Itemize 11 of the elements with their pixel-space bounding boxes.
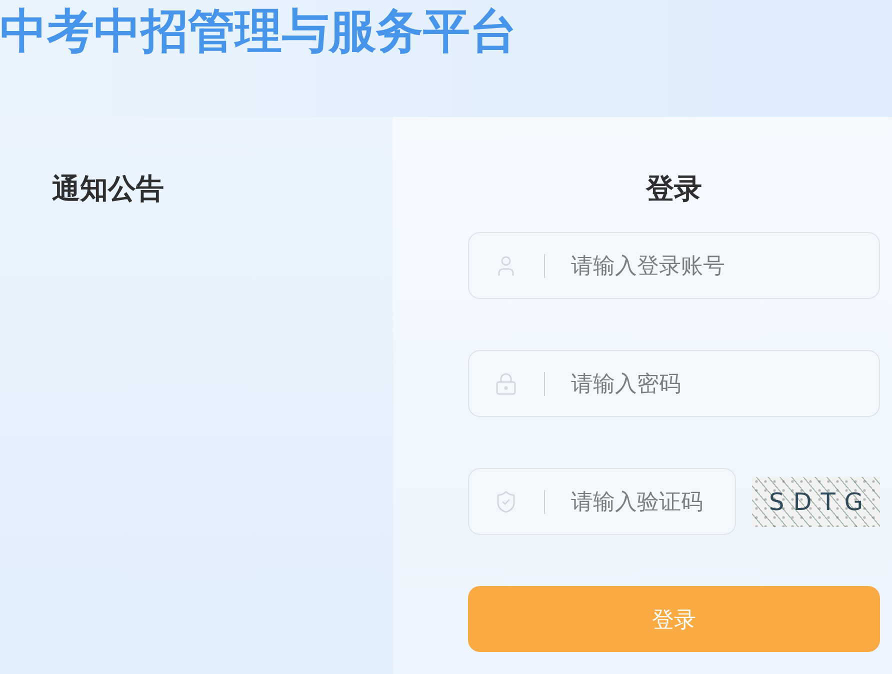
account-input[interactable]: 请输入登录账号: [571, 249, 867, 282]
login-title: 登录: [646, 172, 702, 206]
captcha-input[interactable]: 请输入验证码: [571, 485, 723, 518]
account-field-box[interactable]: 请输入登录账号: [468, 232, 880, 299]
lock-icon: [494, 372, 518, 396]
captcha-image[interactable]: SDTG: [752, 476, 880, 526]
captcha-field-box[interactable]: 请输入验证码: [468, 468, 736, 535]
password-field-box[interactable]: 请输入密码: [468, 350, 880, 417]
notice-title: 通知公告: [52, 172, 164, 206]
site-title: 中考中招管理与服务平台: [0, 3, 517, 59]
password-input[interactable]: 请输入密码: [571, 367, 867, 400]
